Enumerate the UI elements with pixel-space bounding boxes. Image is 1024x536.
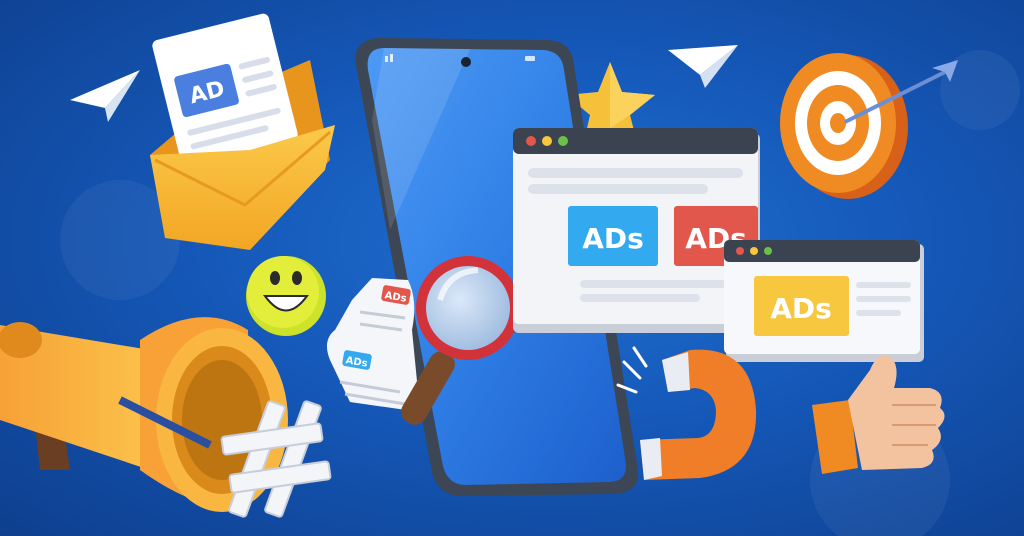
magnetic-lines <box>616 346 648 394</box>
window-maximize-dot <box>558 136 568 146</box>
paper-plane-left-icon <box>70 70 140 122</box>
small-window-close-dot <box>736 247 744 255</box>
illustration-canvas: AD ADs ADs ADs ADs ADs <box>0 13 1020 536</box>
small-window-minimize-dot <box>750 247 758 255</box>
thumbs-up-icon <box>812 355 945 474</box>
target-bullseye-icon <box>780 53 958 199</box>
paper-plane-right-icon <box>668 45 738 88</box>
digital-advertising-illustration: AD ADs ADs ADs ADs ADs <box>0 0 1024 536</box>
window-minimize-dot <box>542 136 552 146</box>
magnet-icon <box>616 346 757 480</box>
small-window-maximize-dot <box>764 247 772 255</box>
envelope-icon: AD <box>150 13 335 250</box>
window-close-dot <box>526 136 536 146</box>
ad-receipt: ADs ADs <box>326 278 420 412</box>
browser-window-large: ADs ADs <box>513 128 760 333</box>
battery-icon <box>525 56 535 61</box>
ad-banner-blue-label: ADs <box>582 222 644 255</box>
phone-camera <box>461 57 471 67</box>
ad-banner-yellow-label: ADs <box>770 292 832 325</box>
browser-window-small: ADs <box>724 240 924 362</box>
smiley-face-icon <box>246 256 326 336</box>
